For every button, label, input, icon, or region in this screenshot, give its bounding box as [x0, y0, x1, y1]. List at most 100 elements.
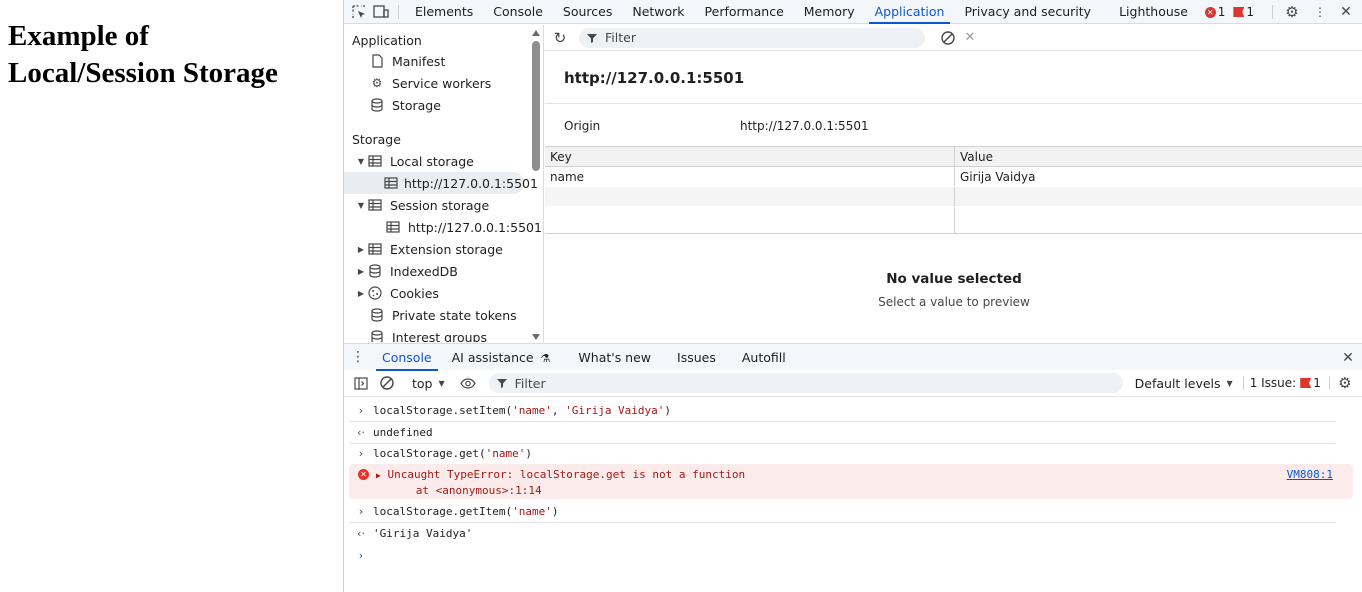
refresh-icon[interactable]: ↻: [549, 26, 571, 50]
delete-selected-icon[interactable]: ✕: [959, 26, 981, 50]
sidebar-item-extension-storage[interactable]: ▶ Extension storage: [356, 238, 542, 260]
sidebar-item-session-origin[interactable]: http://127.0.0.1:5501: [384, 216, 543, 238]
tabbar-divider-right: [1272, 5, 1273, 19]
sidebar-item-interest-groups[interactable]: Interest groups: [368, 326, 543, 342]
row-value[interactable]: Girija Vaidya: [955, 167, 1362, 186]
drawer-tab-autofill[interactable]: Autofill: [732, 344, 796, 371]
issues-count: 1: [1313, 376, 1321, 390]
scroll-down-arrow-icon[interactable]: [532, 334, 540, 340]
row-key[interactable]: name: [545, 167, 955, 186]
sidebar-item-private-state-tokens[interactable]: Private state tokens: [368, 304, 543, 326]
scroll-up-arrow-icon[interactable]: [532, 30, 540, 36]
live-expression-eye-icon[interactable]: [457, 371, 479, 395]
tab-elements[interactable]: Elements: [405, 0, 483, 24]
scrollbar-thumb[interactable]: [532, 41, 540, 171]
console-toolbar: top ▼ Filter Default levels ▼ 1 Issue: 1…: [344, 370, 1362, 397]
sidebar-item-local-origin[interactable]: http://127.0.0.1:5501: [344, 172, 538, 194]
filter-placeholder: Filter: [605, 30, 636, 45]
sidebar-item-label: http://127.0.0.1:5501: [408, 219, 542, 235]
sidebar-toggle-icon[interactable]: [350, 371, 372, 395]
sidebar-item-label: Cookies: [390, 285, 439, 301]
console-error-message[interactable]: ✕ ▶ Uncaught TypeError: localStorage.get…: [349, 464, 1353, 499]
tab-sources[interactable]: Sources: [553, 0, 622, 24]
filter-placeholder: Filter: [514, 375, 546, 391]
page-heading: Example of Local/Session Storage: [8, 18, 343, 92]
sidebar-item-manifest[interactable]: Manifest: [368, 50, 543, 72]
filter-icon: [587, 33, 597, 43]
tabbar-right: ✕ 1 1 ⚙ ⋮ ✕: [1204, 0, 1362, 24]
console-result-line[interactable]: ‹· 'Girija Vaidya': [349, 523, 1335, 544]
tab-memory[interactable]: Memory: [794, 0, 865, 24]
column-header-value[interactable]: Value: [955, 147, 1362, 166]
drawer-tab-whats-new[interactable]: What's new: [568, 344, 661, 371]
more-options-icon[interactable]: ⋮: [1309, 0, 1331, 24]
devtools-tabbar: Elements Console Sources Network Perform…: [344, 0, 1362, 24]
issue-counter[interactable]: 1: [1233, 5, 1254, 19]
sidebar-item-storage[interactable]: Storage: [368, 94, 543, 116]
drawer-tab-ai-assistance[interactable]: AI assistance ⚗: [442, 344, 561, 371]
row-value-empty[interactable]: [955, 207, 1362, 233]
console-result-line[interactable]: ‹· undefined: [349, 422, 1335, 444]
storage-filter-input[interactable]: Filter: [579, 27, 925, 48]
console-command: localStorage.get('name'): [373, 447, 532, 460]
context-label: top: [412, 375, 433, 391]
sidebar-scrollbar[interactable]: [531, 27, 541, 342]
column-header-key[interactable]: Key: [545, 147, 955, 166]
clear-console-icon[interactable]: [376, 371, 398, 395]
tab-privacy-security[interactable]: Privacy and security: [954, 0, 1101, 24]
error-counter[interactable]: ✕ 1: [1204, 5, 1226, 19]
gears-icon: ⚙: [371, 76, 383, 90]
table-icon: [366, 241, 384, 257]
drawer-menu-icon[interactable]: ⋮: [344, 345, 372, 369]
console-input-line[interactable]: › localStorage.setItem('name', 'Girija V…: [349, 400, 1335, 422]
console-input-line[interactable]: › localStorage.getItem('name'): [349, 501, 1335, 523]
no-value-title: No value selected: [886, 271, 1022, 287]
sidebar-item-cookies[interactable]: ▶ Cookies: [356, 282, 542, 304]
sidebar-item-service-workers[interactable]: ⚙ Service workers: [368, 72, 543, 94]
clear-all-icon[interactable]: [937, 26, 959, 50]
drawer-tab-issues[interactable]: Issues: [667, 344, 726, 371]
issues-counter[interactable]: 1 Issue: 1: [1250, 376, 1321, 390]
sidebar-item-local-storage[interactable]: ▼ Local storage: [356, 150, 542, 172]
sidebar-item-label: Session storage: [390, 197, 490, 213]
table-row-empty[interactable]: [545, 207, 1362, 234]
row-key-empty[interactable]: [545, 187, 955, 206]
device-toolbar-icon[interactable]: [370, 0, 392, 24]
web-page: Example of Local/Session Storage: [0, 0, 343, 592]
row-value-empty[interactable]: [955, 187, 1362, 206]
sidebar-item-indexeddb[interactable]: ▶ IndexedDB: [356, 260, 542, 282]
table-row[interactable]: name Girija Vaidya: [545, 167, 1362, 187]
close-drawer-icon[interactable]: ✕: [1337, 346, 1359, 370]
error-count: 1: [1217, 5, 1226, 19]
inspect-element-icon[interactable]: [348, 0, 370, 24]
close-devtools-icon[interactable]: ✕: [1335, 0, 1357, 24]
drawer-tab-label: AI assistance: [451, 349, 534, 365]
expand-triangle-icon: ▶: [376, 471, 381, 480]
devtools-panel: Elements Console Sources Network Perform…: [343, 0, 1362, 592]
storage-table: Key Value name Girija Vaidya: [545, 146, 1362, 236]
sidebar-item-session-storage[interactable]: ▼ Session storage: [356, 194, 542, 216]
table-row-empty[interactable]: [545, 187, 1362, 207]
console-filter-input[interactable]: Filter: [488, 373, 1123, 393]
tabbar-divider: [398, 4, 399, 19]
tab-performance[interactable]: Performance: [695, 0, 794, 24]
caret-down-icon: ▼: [438, 378, 445, 388]
tab-lighthouse[interactable]: Lighthouse: [1109, 0, 1198, 24]
context-selector[interactable]: top ▼: [412, 376, 445, 391]
console-settings-gear-icon[interactable]: ⚙: [1334, 371, 1356, 395]
console-command: localStorage.getItem('name'): [373, 505, 559, 518]
tab-application[interactable]: Application: [865, 0, 955, 24]
drawer-tab-console[interactable]: Console: [372, 344, 442, 371]
tab-console[interactable]: Console: [483, 0, 553, 24]
console-prompt[interactable]: ›: [349, 545, 1335, 566]
console-input-line[interactable]: › localStorage.get('name'): [349, 443, 1335, 464]
expanded-triangle-icon: ▼: [357, 156, 365, 166]
console-output: › localStorage.setItem('name', 'Girija V…: [344, 398, 1362, 592]
row-key-empty[interactable]: [545, 207, 955, 234]
table-icon: [384, 175, 398, 191]
input-chevron-icon: ›: [358, 447, 364, 460]
settings-gear-icon[interactable]: ⚙: [1281, 0, 1303, 24]
log-levels-dropdown[interactable]: Default levels ▼: [1135, 376, 1233, 391]
tab-network[interactable]: Network: [622, 0, 694, 24]
error-source-link[interactable]: VM808:1: [1287, 467, 1333, 482]
